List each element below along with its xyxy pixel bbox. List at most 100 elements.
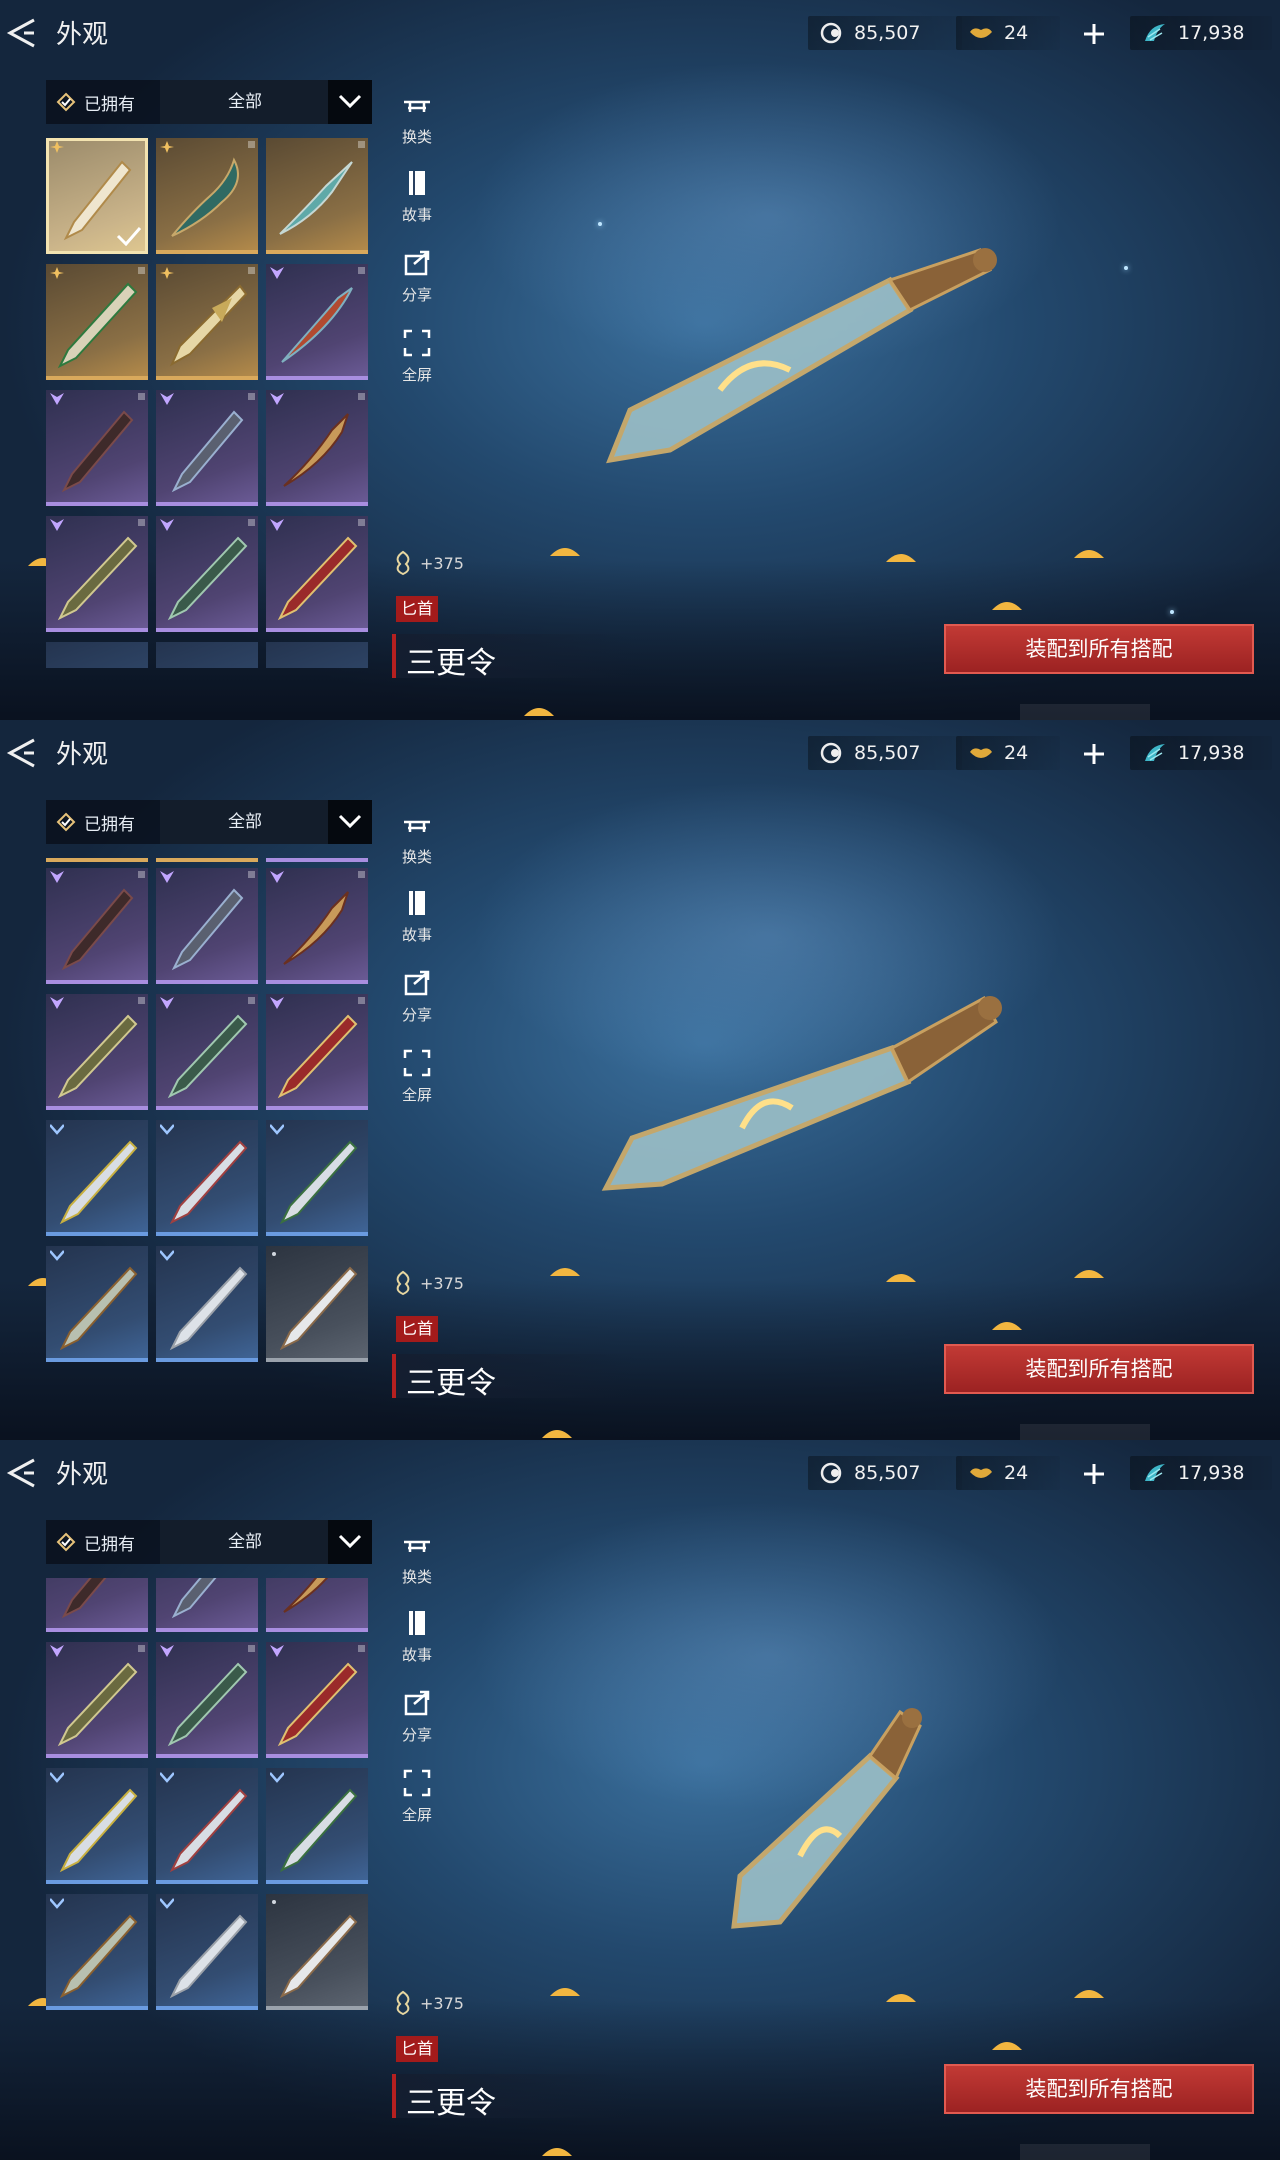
story-button[interactable]: 故事 <box>392 166 442 225</box>
skin-tile[interactable] <box>156 390 258 506</box>
page-title: 外观 <box>56 1460 109 1490</box>
weapon-preview <box>731 1708 922 1929</box>
owned-filter-toggle[interactable]: 已拥有 <box>46 800 158 844</box>
fullscreen-button[interactable]: 全屏 <box>392 1046 442 1105</box>
fullscreen-icon <box>403 1769 431 1797</box>
skin-tile[interactable] <box>266 1642 368 1758</box>
skin-tile[interactable] <box>266 1246 368 1362</box>
skin-tile[interactable] <box>156 264 258 380</box>
story-button[interactable]: 故事 <box>392 1606 442 1665</box>
corner-marker <box>138 871 145 878</box>
owned-filter-toggle[interactable]: 已拥有 <box>46 80 158 124</box>
lotus-lantern <box>1074 550 1104 558</box>
silver-coin-icon <box>820 742 842 764</box>
skin-tile[interactable] <box>156 138 258 254</box>
chevron-down-icon[interactable] <box>328 800 372 844</box>
lotus-lantern <box>542 2148 572 2156</box>
skin-tile[interactable] <box>46 1120 148 1236</box>
skin-tile[interactable] <box>266 1578 368 1632</box>
corner-marker <box>248 1645 255 1652</box>
back-arrow-icon[interactable] <box>4 1456 40 1490</box>
skin-tile[interactable] <box>156 1578 258 1632</box>
chevron-down-icon[interactable] <box>328 80 372 124</box>
skin-tile[interactable] <box>266 390 368 506</box>
category-select[interactable]: 全部 <box>160 800 330 844</box>
gold-ingot-icon <box>970 28 992 38</box>
side-action-label: 分享 <box>401 1726 432 1744</box>
skin-tile[interactable] <box>46 1768 148 1884</box>
corner-marker <box>248 141 255 148</box>
skin-tile[interactable] <box>156 1768 258 1884</box>
currency-silver: 85,507 <box>808 736 962 770</box>
dagger-curved-icon <box>171 157 239 237</box>
fullscreen-button[interactable]: 全屏 <box>392 1766 442 1825</box>
switch-weapon-icon <box>404 820 430 832</box>
currency-value: 24 <box>1004 1462 1029 1484</box>
skin-tile[interactable] <box>46 642 148 668</box>
side-action-label: 全屏 <box>401 1086 432 1104</box>
skin-tile[interactable] <box>46 868 148 984</box>
skin-tile[interactable] <box>46 1642 148 1758</box>
skin-tile[interactable] <box>266 138 368 254</box>
skin-tile[interactable] <box>266 868 368 984</box>
skin-tile[interactable] <box>156 1642 258 1758</box>
share-button[interactable]: 分享 <box>392 1686 442 1745</box>
dagger-crimson-icon <box>281 287 353 363</box>
dagger-plain-gold-hilt-icon <box>59 1788 138 1873</box>
side-action-label: 分享 <box>401 1006 432 1024</box>
lotus-lantern <box>524 708 554 716</box>
switch-category-button[interactable]: 换类 <box>392 1528 442 1587</box>
skin-tile[interactable] <box>156 994 258 1110</box>
corner-marker <box>138 997 145 1004</box>
skin-tile[interactable] <box>266 1120 368 1236</box>
switch-category-button[interactable]: 换类 <box>392 88 442 147</box>
skin-tile[interactable] <box>266 1768 368 1884</box>
lotus-lantern <box>992 602 1022 610</box>
equip-all-button[interactable]: 装配到所有搭配 <box>944 624 1254 674</box>
skin-tile[interactable] <box>156 1246 258 1362</box>
add-currency-button[interactable] <box>1078 1458 1110 1490</box>
skin-tile[interactable] <box>46 1246 148 1362</box>
share-button[interactable]: 分享 <box>392 966 442 1025</box>
appearance-screen-2: 外观 85,507 24 17,938 已拥有 全部 换类 故事 分享 全屏 +… <box>0 720 1280 1440</box>
equip-all-button[interactable]: 装配到所有搭配 <box>944 2064 1254 2114</box>
skin-tile[interactable] <box>266 1894 368 2010</box>
chevron-down-icon[interactable] <box>328 1520 372 1564</box>
category-select[interactable]: 全部 <box>160 1520 330 1564</box>
skin-tile[interactable] <box>156 642 258 668</box>
category-select[interactable]: 全部 <box>160 80 330 124</box>
skin-tile[interactable] <box>46 138 148 254</box>
dagger-plain-silver-icon <box>169 1266 248 1351</box>
share-button[interactable]: 分享 <box>392 246 442 305</box>
dagger-plain-silver-icon <box>169 1914 248 1999</box>
back-arrow-icon[interactable] <box>4 736 40 770</box>
lotus-lantern <box>550 1268 580 1276</box>
skin-tile[interactable] <box>266 994 368 1110</box>
equip-all-button[interactable]: 装配到所有搭配 <box>944 1344 1254 1394</box>
add-currency-button[interactable] <box>1078 738 1110 770</box>
skin-tile[interactable] <box>156 868 258 984</box>
corner-marker <box>138 267 145 274</box>
skin-tile[interactable] <box>266 642 368 668</box>
skin-tile[interactable] <box>46 516 148 632</box>
switch-category-button[interactable]: 换类 <box>392 808 442 867</box>
corner-marker <box>248 997 255 1004</box>
skin-tile[interactable] <box>46 994 148 1110</box>
story-button[interactable]: 故事 <box>392 886 442 945</box>
fullscreen-button[interactable]: 全屏 <box>392 326 442 385</box>
skin-tile[interactable] <box>266 264 368 380</box>
owned-filter-toggle[interactable]: 已拥有 <box>46 1520 158 1564</box>
currency-jade: 17,938 <box>1130 16 1272 50</box>
side-action-label: 换类 <box>401 1568 432 1586</box>
skin-tile[interactable] <box>156 1894 258 2010</box>
skin-tile[interactable] <box>266 516 368 632</box>
add-currency-button[interactable] <box>1078 18 1110 50</box>
skin-tile[interactable] <box>156 516 258 632</box>
skin-tile[interactable] <box>46 1894 148 2010</box>
back-arrow-icon[interactable] <box>4 16 40 50</box>
skin-tile[interactable] <box>156 1120 258 1236</box>
skin-tile[interactable] <box>46 264 148 380</box>
owned-diamond-icon <box>56 1532 76 1552</box>
skin-tile[interactable] <box>46 1578 148 1632</box>
skin-tile[interactable] <box>46 390 148 506</box>
